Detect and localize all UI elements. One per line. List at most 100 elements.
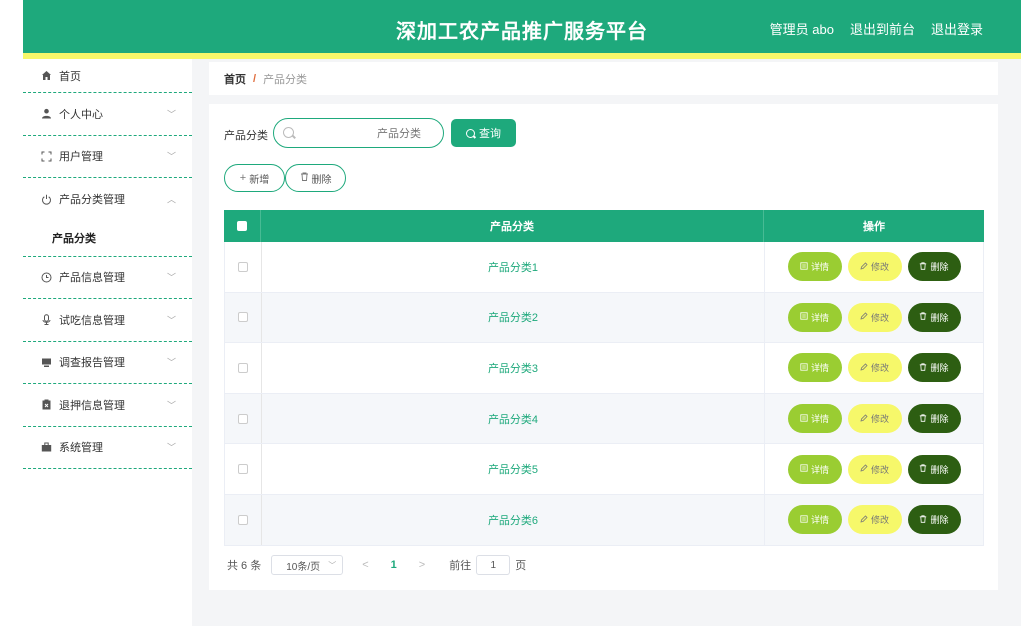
detail-button[interactable]: 详情 — [787, 302, 842, 332]
detail-button[interactable]: 详情 — [787, 252, 842, 282]
document-icon — [800, 312, 808, 322]
row-checkbox-cell — [225, 393, 262, 444]
chevron-down-icon: ﹀ — [166, 442, 176, 453]
document-icon — [800, 413, 808, 424]
briefcase-icon — [40, 441, 52, 453]
prev-page-button[interactable]: < — [362, 559, 368, 571]
search-icon — [283, 127, 294, 138]
category-name-cell: 产品分类2 — [262, 292, 765, 343]
batch-delete-button[interactable]: 删除 — [285, 164, 346, 192]
sidebar-item-product-info[interactable]: 产品信息管理 ﹀ — [23, 257, 192, 299]
document-icon — [800, 262, 808, 272]
total-count: 共 6 条 — [227, 560, 262, 572]
table-row: 产品分类3 详情 修改 删除 — [224, 343, 984, 394]
trash-icon — [919, 312, 927, 322]
goto-suffix: 页 — [515, 560, 527, 572]
row-checkbox-cell — [225, 292, 262, 343]
edit-button[interactable]: 修改 — [847, 302, 902, 332]
delete-button[interactable]: 删除 — [907, 252, 961, 282]
edit-button[interactable]: 修改 — [847, 252, 902, 282]
delete-button[interactable]: 删除 — [907, 454, 961, 484]
edit-button[interactable]: 修改 — [847, 454, 902, 484]
pencil-icon — [860, 363, 868, 373]
power-icon — [40, 193, 52, 205]
sidebar-item-label: 产品分类管理 — [59, 194, 125, 207]
sidebar-item-label: 个人中心 — [59, 108, 103, 121]
home-icon — [40, 70, 52, 82]
category-name-cell: 产品分类5 — [262, 444, 765, 494]
sidebar-item-home[interactable]: 首页 — [23, 59, 192, 93]
exit-to-front-link[interactable]: 退出到前台 — [850, 19, 915, 38]
logout-link[interactable]: 退出登录 — [931, 19, 983, 38]
edit-button[interactable]: 修改 — [847, 404, 902, 434]
sidebar-item-survey-report[interactable]: 调查报告管理 ﹀ — [23, 342, 192, 384]
operations-cell: 详情 修改 删除 — [765, 343, 983, 393]
sidebar-item-label: 首页 — [59, 70, 81, 83]
select-all-checkbox[interactable] — [237, 221, 247, 231]
sidebar-item-label: 调查报告管理 — [59, 357, 125, 370]
sidebar-item-user-management[interactable]: 用户管理 ﹀ — [23, 136, 192, 178]
search-field[interactable] — [273, 118, 444, 148]
row-checkbox[interactable] — [238, 514, 248, 525]
admin-name: 管理员 abo — [769, 22, 834, 37]
next-page-button[interactable]: > — [419, 559, 425, 571]
operations-cell: 详情 修改 删除 — [765, 293, 983, 343]
delete-button[interactable]: 删除 — [907, 404, 961, 434]
pagination: 共 6 条 10条/页 ﹀ < 1 > 前往 1 页 — [227, 555, 526, 575]
search-input[interactable] — [302, 125, 421, 143]
chevron-up-icon: ︿ — [166, 194, 176, 205]
row-checkbox-cell — [225, 343, 262, 393]
delete-button[interactable]: 删除 — [907, 505, 961, 535]
clipboard-icon — [40, 399, 52, 411]
page-number-1[interactable]: 1 — [391, 559, 397, 571]
trash-icon — [300, 172, 309, 184]
detail-button[interactable]: 详情 — [787, 454, 842, 484]
row-checkbox[interactable] — [238, 261, 248, 272]
plus-icon: + — [239, 172, 247, 184]
edit-button[interactable]: 修改 — [847, 505, 902, 535]
operations-cell: 详情 修改 删除 — [765, 394, 983, 444]
delete-button[interactable]: 删除 — [907, 302, 961, 332]
row-checkbox-cell — [225, 242, 262, 292]
sidebar-subitem-category[interactable]: 产品分类 — [23, 221, 192, 257]
category-name-cell: 产品分类4 — [262, 393, 765, 444]
sidebar-item-tasting-info[interactable]: 试吃信息管理 ﹀ — [23, 299, 192, 342]
breadcrumb-home[interactable]: 首页 — [224, 71, 246, 87]
breadcrumb-current: 产品分类 — [263, 73, 308, 86]
chevron-down-icon: ﹀ — [166, 272, 176, 283]
search-button[interactable]: 查询 — [451, 119, 516, 147]
chevron-down-icon: ﹀ — [166, 151, 176, 162]
row-checkbox-cell — [225, 444, 262, 494]
pencil-icon — [860, 312, 868, 322]
pencil-icon — [860, 414, 868, 424]
sidebar-item-category-management[interactable]: 产品分类管理 ︿ — [23, 178, 192, 221]
sidebar-item-system[interactable]: 系统管理 ﹀ — [23, 427, 192, 469]
row-checkbox[interactable] — [238, 413, 248, 424]
table-body: 产品分类1 详情 修改 删除 产品分类2 详情 修改 删除 产品分类3 详情 修改 删除 产品分类4 详情… — [224, 242, 984, 546]
row-checkbox[interactable] — [238, 362, 248, 373]
header-category: 产品分类 — [261, 210, 764, 242]
clock-icon — [40, 271, 52, 283]
row-checkbox[interactable] — [238, 464, 248, 475]
edit-button[interactable]: 修改 — [847, 353, 902, 383]
delete-button[interactable]: 删除 — [907, 353, 961, 383]
goto-page-input[interactable]: 1 — [476, 555, 511, 575]
page-size-select[interactable]: 10条/页 ﹀ — [271, 555, 344, 575]
detail-button[interactable]: 详情 — [787, 404, 842, 434]
header-actions: 管理员 abo 退出到前台 退出登录 — [770, 19, 983, 38]
chevron-down-icon: ﹀ — [166, 400, 176, 411]
sidebar-item-personal-center[interactable]: 个人中心 ﹀ — [23, 93, 192, 136]
breadcrumb: 首页 / 产品分类 — [209, 62, 998, 95]
add-button[interactable]: + 新增 — [224, 164, 285, 192]
row-checkbox[interactable] — [238, 312, 248, 323]
select-all-cell — [224, 210, 261, 242]
table-row: 产品分类5 详情 修改 删除 — [224, 444, 984, 495]
sidebar-item-label: 系统管理 — [59, 442, 103, 455]
operations-cell: 详情 修改 删除 — [765, 495, 983, 545]
table-row: 产品分类1 详情 修改 删除 — [224, 242, 984, 293]
detail-button[interactable]: 详情 — [787, 505, 842, 535]
detail-button[interactable]: 详情 — [787, 353, 842, 383]
monitor-icon — [40, 356, 52, 368]
top-header: 深加工农产品推广服务平台 管理员 abo 退出到前台 退出登录 — [23, 0, 1021, 53]
sidebar-item-deposit-refund[interactable]: 退押信息管理 ﹀ — [23, 384, 192, 427]
